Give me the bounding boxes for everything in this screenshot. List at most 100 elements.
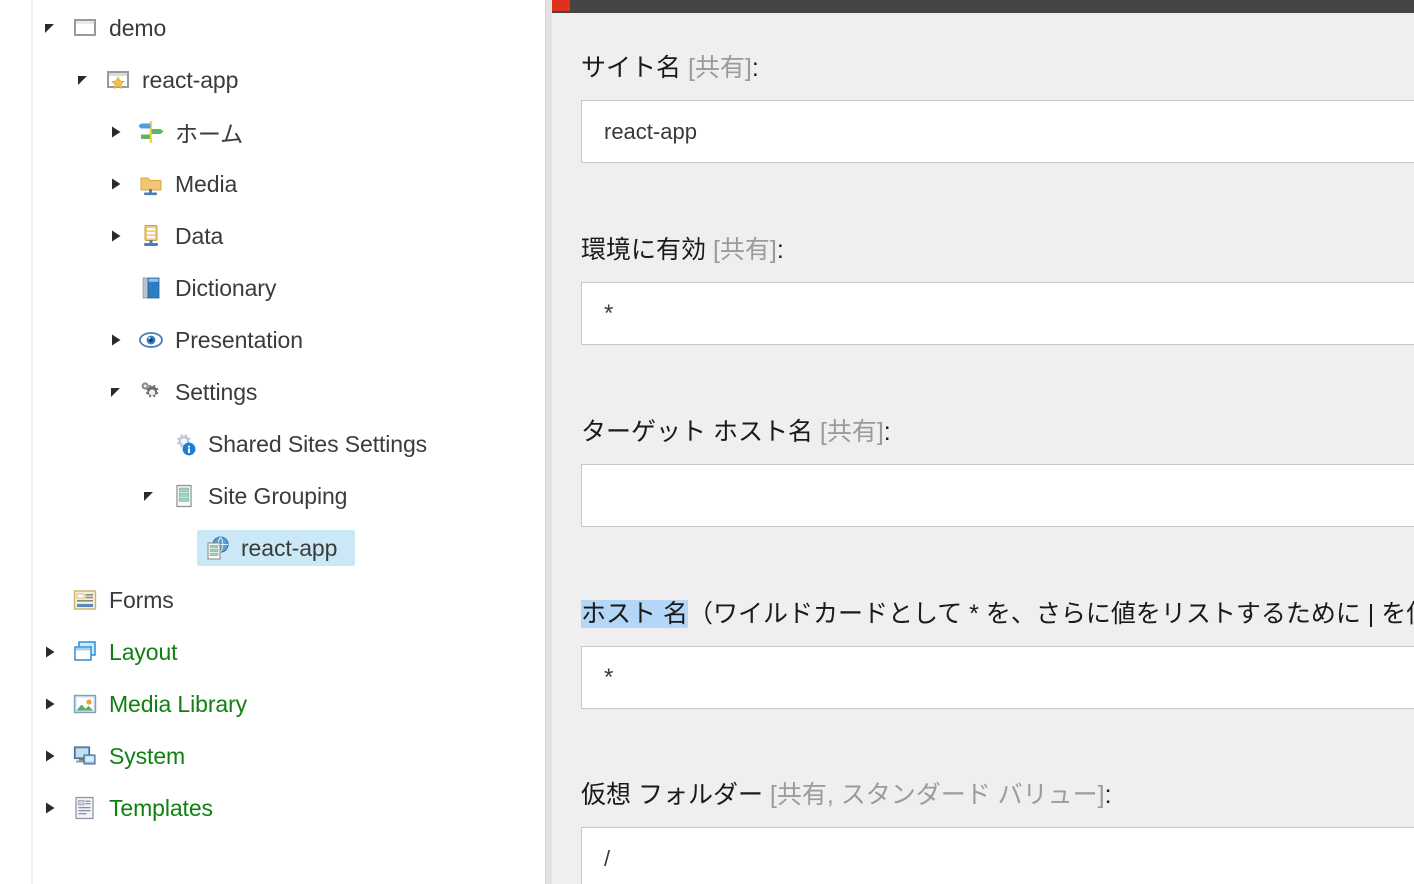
window-icon [69,13,101,43]
template-doc-icon [69,793,101,823]
tree-item-system[interactable]: System [35,730,545,782]
gear-info-icon [168,429,200,459]
text-input-value: * [604,299,614,327]
content-tree[interactable]: demo react-app ホーム Media Data Dictionary Prese… [35,0,545,834]
tree-item-content[interactable]: Site Grouping [164,478,365,514]
field-label-text: ターゲット ホスト名 [581,418,813,446]
tree-item-content[interactable]: Templates [65,790,231,826]
tree-item-label: Presentation [175,326,303,353]
chevron-down-icon[interactable] [134,488,164,504]
editor-toolbar-bar [552,0,1414,13]
tree-item-data[interactable]: Data [35,210,545,262]
forms-icon [69,585,101,615]
field-list: サイト名 [共有]: react-app 環境に有効 [共有]: * ターゲット ホスト… [552,13,1414,884]
tree-item-content[interactable]: demo [65,10,184,46]
field-label: ホスト 名（ワイルドカードとして * を、さらに値をリストするために | を使用 [581,599,1414,629]
validation-indicator-chip [552,0,570,11]
tree-item-content[interactable]: System [65,738,203,774]
chevron-down-icon[interactable] [101,384,131,400]
form-field: ターゲット ホスト名 [共有]: [581,417,1414,527]
tree-item-content[interactable]: Presentation [131,322,321,358]
tree-item-label: Site Grouping [208,482,348,509]
tree-item-forms[interactable]: Forms [35,574,545,626]
chevron-right-icon[interactable] [101,124,131,140]
tree-item-media[interactable]: Media [35,158,545,210]
tree-item-label: demo [109,14,167,41]
tree-item-content[interactable]: Media Library [65,686,265,722]
pane-gutter [545,0,552,884]
tree-item-label: System [109,742,186,769]
layout-windows-icon [69,637,101,667]
tree-item-content[interactable]: Dictionary [131,270,294,306]
tree-item-label: Shared Sites Settings [208,430,428,457]
data-rack-icon [135,221,167,251]
tree-item-react-app[interactable]: react-app [35,54,545,106]
tree-item-demo[interactable]: demo [35,2,545,54]
site-star-icon [102,65,134,95]
chevron-right-icon[interactable] [101,332,131,348]
chevron-right-icon[interactable] [101,176,131,192]
server-list-icon [168,481,200,511]
text-input[interactable]: react-app [581,100,1414,163]
field-label-text: サイト名 [581,54,682,82]
text-input-value: / [604,845,611,871]
item-editor-pane: サイト名 [共有]: react-app 環境に有効 [共有]: * ターゲット ホスト… [545,0,1414,884]
field-label-text: 環境に有効 [581,236,707,264]
tree-item-label: Templates [109,794,213,821]
form-field: 環境に有効 [共有]: * [581,235,1414,345]
tree-item-content[interactable]: react-app [98,62,256,98]
tree-item-content[interactable]: Forms [65,582,192,618]
chevron-down-icon[interactable] [68,72,98,88]
tree-item-site-grouping[interactable]: Site Grouping [35,470,545,522]
field-label: 環境に有効 [共有]: [581,235,1414,265]
chevron-right-icon[interactable] [101,228,131,244]
tree-item-media-library[interactable]: Media Library [35,678,545,730]
chevron-down-icon[interactable] [35,20,65,36]
tree-item-label: ホーム [175,121,244,147]
field-label-annotation: [共有, スタンダード バリュー] [762,781,1105,809]
tree-item-label: Layout [109,638,178,665]
field-label-text: ホスト 名 [581,600,688,628]
tree-item-content[interactable]: ホーム [131,112,261,152]
tree-item-content[interactable]: Layout [65,634,195,670]
dictionary-book-icon [135,273,167,303]
tree-item-content[interactable]: Media [131,166,255,202]
text-input[interactable]: / [581,827,1414,884]
text-input-value: react-app [604,118,697,144]
tree-item-label: Media [175,170,238,197]
tree-item-content[interactable]: Shared Sites Settings [164,426,445,462]
app-root: demo react-app ホーム Media Data Dictionary Prese… [0,0,1414,884]
tree-item-label: Forms [109,586,174,613]
chevron-right-icon[interactable] [35,800,65,816]
tree-item-shared-sites-settings[interactable]: Shared Sites Settings [35,418,545,470]
tree-item-settings[interactable]: Settings [35,366,545,418]
field-label-suffix: : [776,236,784,264]
tree-item-label: react-app [142,66,239,93]
tree-item-content[interactable]: react-app [197,530,356,566]
form-field: ホスト 名（ワイルドカードとして * を、さらに値をリストするために | を使用… [581,599,1414,709]
text-input[interactable]: * [581,646,1414,709]
tree-item-label: Data [175,222,224,249]
tree-item-content[interactable]: Settings [131,374,275,410]
tree-item-label: react-app [241,534,338,561]
form-field: サイト名 [共有]: react-app [581,53,1414,163]
tree-item-dictionary[interactable]: Dictionary [35,262,545,314]
field-label-suffix: : [883,418,891,446]
tree-item-templates[interactable]: Templates [35,782,545,834]
text-input-value: * [604,663,614,691]
chevron-right-icon[interactable] [35,748,65,764]
tree-item-[interactable]: ホーム [35,106,545,158]
field-label: ターゲット ホスト名 [共有]: [581,417,1414,447]
chevron-right-icon[interactable] [35,696,65,712]
chevron-right-icon[interactable] [35,644,65,660]
text-input[interactable] [581,464,1414,527]
gears-icon [135,377,167,407]
media-folder-icon [135,169,167,199]
field-label-annotation: [共有] [706,236,777,264]
text-input[interactable]: * [581,282,1414,345]
tree-item-react-app[interactable]: react-app [35,522,545,574]
tree-item-content[interactable]: Data [131,218,241,254]
tree-item-presentation[interactable]: Presentation [35,314,545,366]
tree-item-layout[interactable]: Layout [35,626,545,678]
field-label-text: 仮想 フォルダー [581,781,763,809]
